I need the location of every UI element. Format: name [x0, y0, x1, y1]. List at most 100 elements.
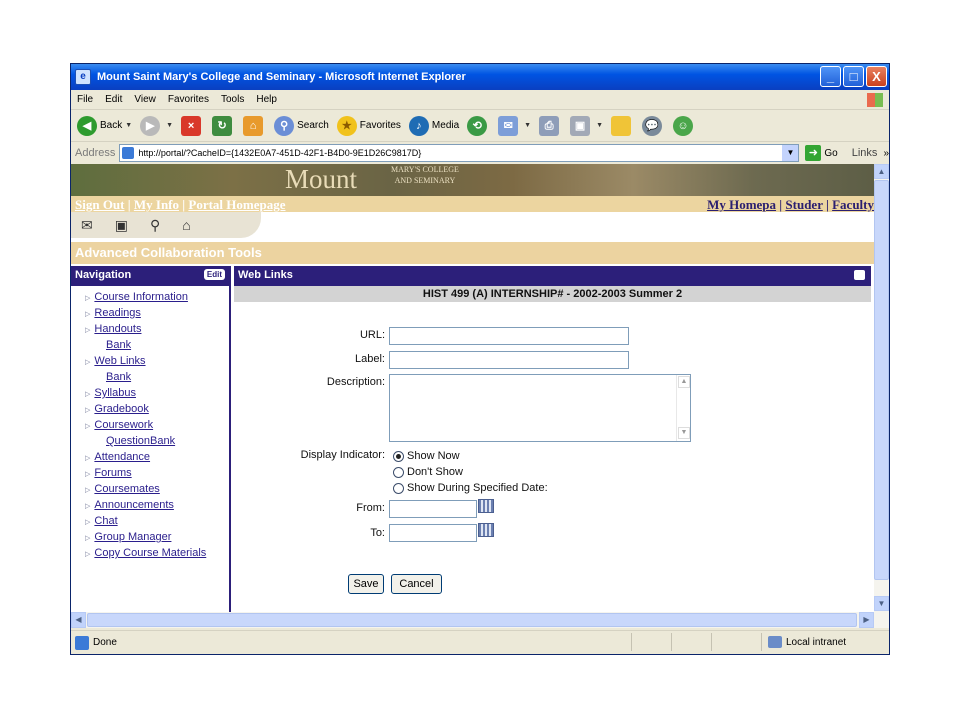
calendar-icon[interactable]: [478, 499, 494, 513]
from-date-input[interactable]: [389, 500, 477, 518]
discuss-button[interactable]: 💬: [642, 115, 665, 136]
radio-icon: [393, 482, 404, 494]
nav-web-links[interactable]: ▷ Web Links: [85, 355, 146, 367]
calendar-icon[interactable]: [478, 523, 494, 537]
radio-show-now[interactable]: Show Now: [393, 450, 460, 462]
security-zone: Local intranet: [761, 633, 889, 651]
vertical-scrollbar[interactable]: ▲ ▼: [874, 164, 889, 612]
scroll-down-icon[interactable]: ▼: [678, 427, 690, 439]
nav-coursemates[interactable]: ▷ Coursemates: [85, 483, 160, 495]
history-button[interactable]: ⟲: [467, 115, 490, 136]
stop-button[interactable]: ×: [181, 115, 204, 136]
folder-icon: [611, 115, 632, 136]
nav-handouts[interactable]: ▷ Handouts: [85, 323, 141, 335]
edit-dropdown-icon[interactable]: ▼: [596, 122, 603, 129]
chevron-right-icon[interactable]: »: [883, 148, 889, 159]
save-button[interactable]: Save: [348, 574, 384, 594]
nav-group-manager[interactable]: ▷ Group Manager: [85, 531, 171, 543]
horizontal-scrollbar[interactable]: ◀ ▶: [71, 612, 889, 628]
nav-readings[interactable]: ▷ Readings: [85, 307, 141, 319]
address-input[interactable]: http://portal/?CacheID={1432E0A7-451D-42…: [119, 144, 800, 162]
menu-tools[interactable]: Tools: [221, 94, 244, 105]
favorites-button[interactable]: ★ Favorites: [336, 115, 401, 136]
menu-file[interactable]: File: [77, 94, 93, 105]
nav-coursework[interactable]: ▷ Coursework: [85, 419, 153, 431]
portal-homepage-link[interactable]: Portal Homepage: [188, 197, 285, 212]
calendar-icon[interactable]: ▣: [115, 217, 128, 234]
to-date-input[interactable]: [389, 524, 477, 542]
search-button[interactable]: ⚲ Search: [274, 115, 329, 136]
nav-handouts-bank[interactable]: Bank: [106, 339, 131, 351]
links-button[interactable]: Links: [852, 147, 878, 159]
scroll-thumb[interactable]: [87, 613, 857, 627]
nav-label: Chat: [94, 515, 118, 527]
address-dropdown-icon[interactable]: ▼: [782, 145, 799, 161]
radio-dont-show[interactable]: Don't Show: [393, 466, 463, 478]
media-icon: ♪: [408, 115, 429, 136]
menu-edit[interactable]: Edit: [105, 94, 122, 105]
menu-favorites[interactable]: Favorites: [168, 94, 209, 105]
go-button[interactable]: ➜ Go: [805, 145, 838, 161]
scroll-thumb[interactable]: [874, 180, 889, 580]
nav-announcements[interactable]: ▷ Announcements: [85, 499, 174, 511]
description-textarea[interactable]: ▲ ▼: [389, 374, 691, 442]
nav-web-links-bank[interactable]: Bank: [106, 371, 131, 383]
radio-show-during-date[interactable]: Show During Specified Date:: [393, 482, 548, 494]
nav-question-bank[interactable]: QuestionBank: [106, 435, 175, 447]
star-icon: ★: [336, 115, 357, 136]
scroll-up-icon[interactable]: ▲: [678, 376, 690, 388]
title-bar[interactable]: e Mount Saint Mary's College and Seminar…: [71, 64, 889, 90]
back-button[interactable]: ◀ Back ▼: [77, 115, 132, 136]
print-button[interactable]: ⎙: [539, 115, 562, 136]
refresh-button[interactable]: ↻: [212, 115, 235, 136]
nav-gradebook[interactable]: ▷ Gradebook: [85, 403, 149, 415]
forward-dropdown-icon[interactable]: ▼: [166, 122, 173, 129]
org-chart-icon[interactable]: ⌂: [182, 217, 190, 233]
url-input[interactable]: [389, 327, 629, 345]
media-button[interactable]: ♪ Media: [408, 115, 459, 136]
nav-attendance[interactable]: ▷ Attendance: [85, 451, 150, 463]
sign-out-link[interactable]: Sign Out: [75, 197, 125, 212]
mail-button[interactable]: ✉ ▼: [498, 115, 531, 136]
status-divider: [711, 633, 712, 651]
my-info-link[interactable]: My Info: [134, 197, 179, 212]
label-input[interactable]: [389, 351, 629, 369]
intranet-icon: [768, 636, 782, 648]
messenger-button[interactable]: ☺: [673, 115, 696, 136]
banner-title: Mount: [285, 164, 358, 194]
scroll-left-icon[interactable]: ◀: [71, 612, 86, 628]
nav-chat[interactable]: ▷ Chat: [85, 515, 118, 527]
close-button[interactable]: X: [866, 66, 887, 87]
menu-help[interactable]: Help: [256, 94, 277, 105]
maximize-button[interactable]: □: [843, 66, 864, 87]
messenger-icon: ☺: [673, 115, 694, 136]
textarea-scrollbar[interactable]: ▲ ▼: [676, 375, 690, 441]
standard-toolbar: ◀ Back ▼ ▶ ▼ × ↻ ⌂ ⚲ Search ★ Favorites …: [71, 110, 889, 142]
nav-course-information[interactable]: ▷ Course Information: [85, 291, 188, 303]
maximize-portlet-icon[interactable]: [854, 270, 865, 280]
navigation-edit-button[interactable]: Edit: [203, 269, 225, 280]
student-link[interactable]: Studer: [785, 197, 822, 212]
scroll-down-icon[interactable]: ▼: [874, 596, 889, 611]
nav-forums[interactable]: ▷ Forums: [85, 467, 132, 479]
scroll-up-icon[interactable]: ▲: [874, 164, 889, 179]
home-button[interactable]: ⌂: [243, 115, 266, 136]
back-dropdown-icon[interactable]: ▼: [125, 122, 132, 129]
scroll-right-icon[interactable]: ▶: [859, 612, 874, 628]
my-homepage-link[interactable]: My Homepa: [707, 197, 776, 212]
nav-copy-course-materials[interactable]: ▷ Copy Course Materials: [85, 547, 206, 559]
status-divider: [631, 633, 632, 651]
nav-syllabus[interactable]: ▷ Syllabus: [85, 387, 136, 399]
mail-icon[interactable]: ✉: [81, 217, 93, 234]
forward-button[interactable]: ▶ ▼: [140, 115, 173, 136]
discuss-icon: 💬: [642, 115, 663, 136]
folder-button[interactable]: [611, 115, 634, 136]
faculty-link[interactable]: Faculty: [832, 197, 874, 212]
mail-dropdown-icon[interactable]: ▼: [524, 122, 531, 129]
search-icon[interactable]: ⚲: [150, 217, 160, 234]
edit-page-button[interactable]: ▣ ▼: [570, 115, 603, 136]
minimize-button[interactable]: _: [820, 66, 841, 87]
banner-subtitle-line1: MARY'S COLLEGE: [391, 165, 459, 174]
menu-view[interactable]: View: [134, 94, 156, 105]
cancel-button[interactable]: Cancel: [391, 574, 442, 594]
